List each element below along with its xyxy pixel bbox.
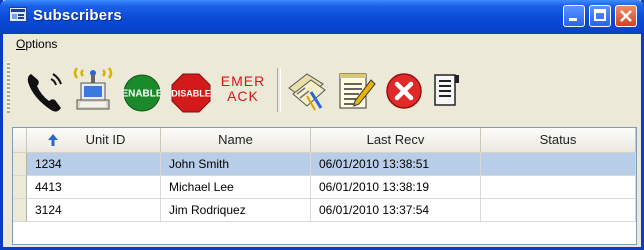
ack-label: ACK bbox=[227, 88, 259, 104]
disable-button[interactable]: DISABLE bbox=[171, 73, 211, 113]
notepad-pencil-icon[interactable] bbox=[337, 70, 377, 112]
column-header-status[interactable]: Status bbox=[481, 128, 636, 152]
maximize-icon bbox=[594, 9, 606, 21]
menu-options[interactable]: Options bbox=[16, 37, 57, 51]
maximize-button[interactable] bbox=[589, 5, 611, 27]
red-x-circle-icon[interactable] bbox=[385, 72, 423, 110]
enable-button[interactable]: ENABLE bbox=[123, 74, 161, 112]
title-bar[interactable]: Subscribers bbox=[0, 0, 644, 34]
enable-label: ENABLE bbox=[123, 89, 161, 100]
column-header-name[interactable]: Name bbox=[161, 128, 311, 152]
cell-last-recv: 06/01/2010 13:38:51 bbox=[311, 153, 481, 176]
cell-name: Jim Rodriquez bbox=[161, 199, 311, 222]
toolbar-separator bbox=[277, 68, 281, 112]
toolbar: ENABLE DISABLE EMER ACK bbox=[3, 54, 641, 120]
table-row[interactable]: 1234 John Smith 06/01/2010 13:38:51 bbox=[13, 153, 636, 176]
cell-last-recv: 06/01/2010 13:37:54 bbox=[311, 199, 481, 222]
subscribers-window: Subscribers Options ENABLE DISABLE EMER … bbox=[0, 0, 644, 250]
row-selector[interactable] bbox=[13, 199, 27, 222]
cell-unit-id: 3124 bbox=[27, 199, 161, 222]
row-selector[interactable] bbox=[13, 176, 27, 199]
subscribers-table: Unit ID Name Last Recv Status 1234 John … bbox=[12, 127, 637, 245]
tagged-folder-icon[interactable] bbox=[285, 68, 329, 112]
cell-name: John Smith bbox=[161, 153, 311, 176]
wireless-terminal-icon[interactable] bbox=[69, 66, 117, 112]
emer-label: EMER bbox=[220, 73, 266, 89]
disable-label: DISABLE bbox=[171, 89, 211, 99]
window-app-icon bbox=[9, 7, 27, 22]
minimize-button[interactable] bbox=[563, 5, 585, 27]
header-row-selector bbox=[13, 128, 27, 152]
cell-status bbox=[481, 153, 636, 176]
emergency-ack-button[interactable]: EMER ACK bbox=[215, 74, 271, 104]
sort-ascending-icon bbox=[48, 134, 58, 146]
cell-status bbox=[481, 199, 636, 222]
cell-status bbox=[481, 176, 636, 199]
menu-bar: Options bbox=[3, 34, 641, 54]
toolbar-grip[interactable] bbox=[7, 62, 10, 114]
close-button[interactable] bbox=[615, 5, 637, 27]
minimize-icon bbox=[569, 18, 577, 21]
document-list-icon[interactable] bbox=[431, 72, 465, 110]
cell-unit-id: 1234 bbox=[27, 153, 161, 176]
table-header: Unit ID Name Last Recv Status bbox=[13, 128, 636, 154]
column-header-unit-id-label: Unit ID bbox=[85, 132, 126, 147]
close-icon bbox=[620, 10, 632, 22]
cell-name: Michael Lee bbox=[161, 176, 311, 199]
column-header-last-recv[interactable]: Last Recv bbox=[311, 128, 481, 152]
table-row[interactable]: 4413 Michael Lee 06/01/2010 13:38:19 bbox=[13, 176, 636, 199]
telephone-handset-icon[interactable] bbox=[25, 70, 67, 114]
column-header-unit-id[interactable]: Unit ID bbox=[27, 128, 161, 152]
window-title: Subscribers bbox=[33, 7, 122, 24]
table-row[interactable]: 3124 Jim Rodriquez 06/01/2010 13:37:54 bbox=[13, 199, 636, 222]
row-selector[interactable] bbox=[13, 153, 27, 176]
cell-last-recv: 06/01/2010 13:38:19 bbox=[311, 176, 481, 199]
cell-unit-id: 4413 bbox=[27, 176, 161, 199]
